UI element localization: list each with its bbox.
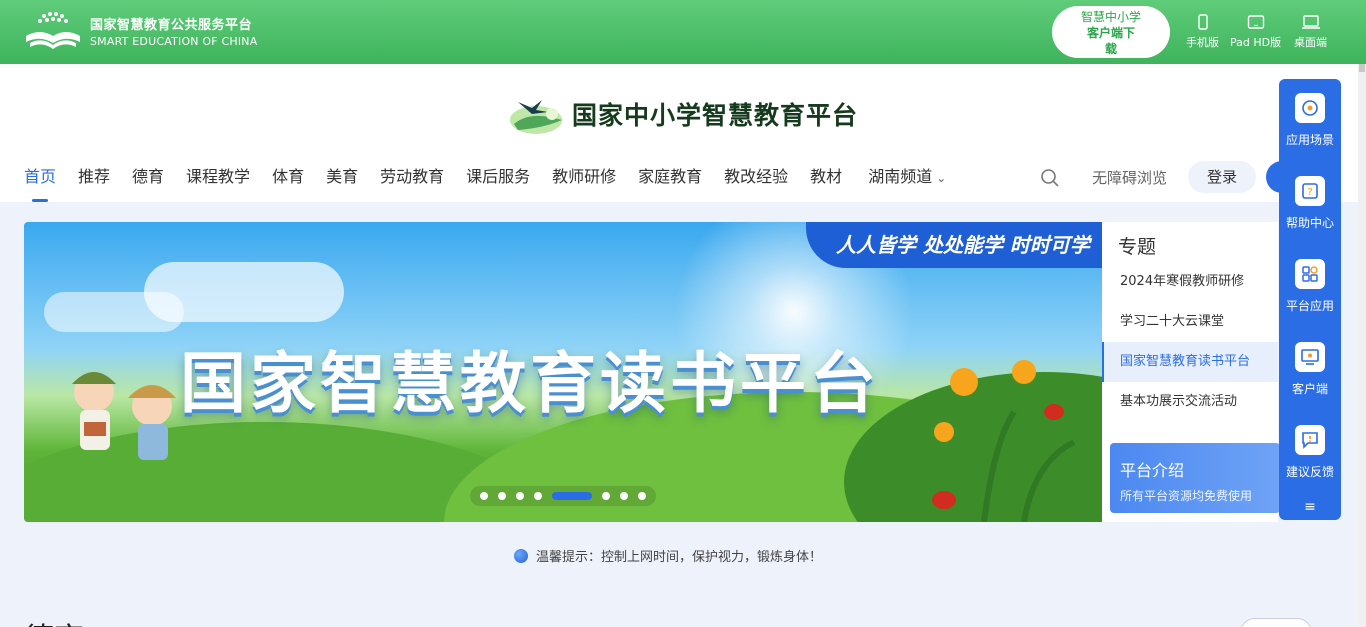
sidebar-item-feedback[interactable]: 建议反馈 (1279, 425, 1341, 480)
banner-cloud (44, 292, 184, 332)
site-header: 国家中小学智慧教育平台 首页 推荐 德育 课程教学 体育 美育 劳动教育 课后服… (0, 64, 1358, 202)
platform-intro-subtitle: 所有平台资源均免费使用 (1120, 489, 1253, 503)
help-icon: ? (1295, 176, 1325, 206)
sidebar-label: 平台应用 (1285, 299, 1334, 313)
topic-item[interactable]: 2024年寒假教师研修 (1102, 262, 1278, 302)
topics-panel: 专题 2024年寒假教师研修 学习二十大云课堂 国家智慧教育读书平台 基本功展示… (1102, 222, 1280, 522)
device-pad[interactable]: Pad HD版 (1230, 14, 1281, 50)
carousel-dot[interactable] (602, 492, 610, 500)
client-download-line3: 载 (1104, 42, 1117, 56)
nav-arts[interactable]: 美育 (326, 164, 358, 202)
nav-recommend[interactable]: 推荐 (78, 164, 110, 202)
section-more-button[interactable] (1240, 618, 1312, 627)
topic-item[interactable]: 基本功展示交流活动 (1102, 382, 1278, 422)
platform-intro-title: 平台介绍 (1120, 461, 1185, 480)
device-mobile-label: 手机版 (1186, 36, 1219, 49)
chevron-down-icon: ⌄ (936, 171, 947, 185)
site-title: 国家中小学智慧教育平台 (572, 101, 859, 130)
globe-icon (514, 548, 528, 563)
section-title: 德育 (24, 614, 84, 627)
topic-item-active[interactable]: 国家智慧教育读书平台 (1102, 342, 1278, 382)
floating-sidebar: 应用场景 ? 帮助中心 平台应用 客户端 建议反馈 ≡ (1279, 79, 1341, 520)
feedback-icon (1295, 425, 1325, 455)
device-desktop-label: 桌面端 (1294, 36, 1327, 49)
platform-name-cn: 国家智慧教育公共服务平台 (90, 18, 253, 33)
top-bar: 国家智慧教育公共服务平台 SMART EDUCATION OF CHINA 智慧… (0, 0, 1366, 64)
login-button[interactable]: 登录 (1188, 161, 1256, 193)
device-pad-label: Pad HD版 (1230, 36, 1282, 49)
carousel-indicators (470, 486, 656, 506)
client-icon (1295, 342, 1325, 372)
nav-sports[interactable]: 体育 (272, 164, 304, 202)
sidebar-label: 客户端 (1291, 382, 1328, 396)
search-icon[interactable] (1040, 168, 1060, 192)
scrollbar-thumb[interactable] (1359, 64, 1365, 72)
menu-collapse-icon[interactable]: ≡ (1279, 499, 1341, 515)
book-logo-icon (24, 10, 82, 52)
carousel-dot[interactable] (480, 492, 488, 500)
page-scrollbar[interactable] (1358, 64, 1366, 627)
nav-after-school[interactable]: 课后服务 (466, 164, 530, 202)
sidebar-item-apps[interactable]: 平台应用 (1279, 259, 1341, 314)
nav-textbooks[interactable]: 教材 (810, 164, 842, 202)
phone-icon (1197, 14, 1208, 30)
platform-name-en: SMART EDUCATION OF CHINA (90, 35, 258, 48)
topic-item[interactable]: 学习二十大云课堂 (1102, 302, 1278, 342)
nav-family[interactable]: 家庭教育 (638, 164, 702, 202)
warm-tip-text: 温馨提示：控制上网时间，保护视力，锻炼身体！ (536, 550, 823, 565)
banner-headline: 国家智慧教育读书平台 (180, 345, 880, 422)
hero-banner[interactable]: 人人皆学 处处能学 时时可学 国家智慧教育读书平台 (24, 222, 1102, 522)
accessibility-link[interactable]: 无障碍浏览 (1092, 167, 1167, 188)
device-desktop[interactable]: 桌面端 (1294, 14, 1327, 50)
platform-logo[interactable]: 国家智慧教育公共服务平台 SMART EDUCATION OF CHINA (24, 10, 257, 52)
swallow-emblem-icon (510, 100, 562, 134)
sidebar-item-help[interactable]: ? 帮助中心 (1279, 176, 1341, 231)
nav-labor[interactable]: 劳动教育 (380, 164, 444, 202)
client-download-button[interactable]: 智慧中小学 客户端下 载 (1052, 6, 1170, 58)
client-download-line2: 客户端下 (1086, 26, 1135, 40)
sidebar-label: 建议反馈 (1285, 465, 1334, 479)
tablet-icon (1247, 15, 1264, 29)
nav-hunan-channel[interactable]: 湖南频道 ⌄ (868, 164, 946, 202)
svg-text:?: ? (1307, 187, 1312, 198)
carousel-dot[interactable] (534, 492, 542, 500)
flowers-illustration (932, 360, 1076, 522)
scene-icon (1295, 93, 1325, 123)
site-logo[interactable]: 国家中小学智慧教育平台 (508, 92, 858, 136)
nav-moral[interactable]: 德育 (132, 164, 164, 202)
client-download-line1: 智慧中小学 (1080, 10, 1141, 24)
nav-teacher-training[interactable]: 教师研修 (552, 164, 616, 202)
sidebar-label: 应用场景 (1285, 133, 1334, 147)
sidebar-item-client[interactable]: 客户端 (1279, 342, 1341, 397)
platform-intro-card[interactable]: 平台介绍 所有平台资源均免费使用 (1110, 443, 1280, 513)
device-mobile[interactable]: 手机版 (1186, 14, 1219, 50)
topics-title: 专题 (1118, 236, 1157, 258)
main-nav: 首页 推荐 德育 课程教学 体育 美育 劳动教育 课后服务 教师研修 家庭教育 … (24, 164, 968, 202)
carousel-dot[interactable] (620, 492, 628, 500)
warm-tip: 温馨提示：控制上网时间，保护视力，锻炼身体！ (514, 546, 822, 565)
sidebar-label: 帮助中心 (1285, 216, 1334, 230)
sidebar-item-scenes[interactable]: 应用场景 (1279, 93, 1341, 148)
nav-reform[interactable]: 教改经验 (724, 164, 788, 202)
carousel-dot[interactable] (516, 492, 524, 500)
carousel-dot[interactable] (638, 492, 646, 500)
nav-hunan-label: 湖南频道 (868, 167, 933, 186)
carousel-dot[interactable] (498, 492, 506, 500)
banner-slogan: 人人皆学 处处能学 时时可学 (806, 222, 1102, 268)
apps-icon (1295, 259, 1325, 289)
laptop-icon (1301, 15, 1320, 29)
carousel-dot-active[interactable] (552, 492, 592, 500)
nav-courses[interactable]: 课程教学 (186, 164, 250, 202)
nav-home[interactable]: 首页 (24, 164, 56, 202)
